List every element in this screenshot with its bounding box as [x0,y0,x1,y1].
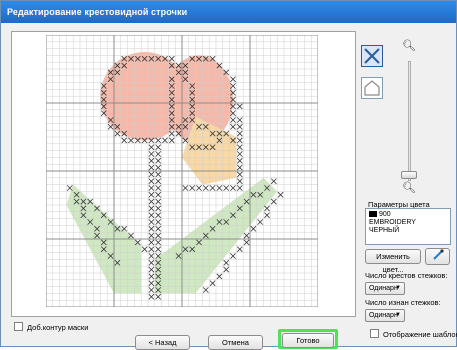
zoom-slider-track[interactable] [408,61,411,181]
ok-button[interactable]: Готово [282,333,334,348]
zoom-out-icon[interactable]: 🔍︎ [402,183,416,194]
front-stitches-label: Число крестов стежков: [365,271,448,280]
color-name: ЧЕРНЫЙ [369,227,400,234]
cancel-button[interactable]: Отмена [208,335,263,350]
color-code: 900 [379,211,391,218]
chevron-down-icon: ▼ [395,285,401,291]
cross-stitch-tool-button[interactable] [361,45,383,67]
cross-stitch-icon [364,48,380,64]
window-title: Редактирование крестовидной строчки [7,7,188,17]
house-outline-icon [364,80,380,96]
color-info-box: 900 EMBROIDERY ЧЕРНЫЙ [365,208,451,245]
front-stitches-select[interactable]: Одинарн ▼ [365,282,405,295]
add-mask-outline-checkbox[interactable] [14,322,23,331]
show-template-label: Отображение шаблона [383,330,457,339]
zoom-in-icon[interactable]: 🔍︎ [402,41,416,52]
add-mask-outline-label: Доб.контур маски [27,323,89,332]
eyedropper-icon [432,249,444,260]
change-color-button[interactable]: Изменить цвет... [365,249,421,274]
color-swatch [369,211,377,218]
cross-stitch-editor-window: Редактирование крестовидной строчки 🔍︎ 🔍… [0,0,457,350]
title-bar: Редактирование крестовидной строчки [1,1,456,23]
zoom-slider-thumb[interactable] [401,171,417,179]
show-template-checkbox[interactable] [370,329,379,338]
color-brand: EMBROIDERY [369,219,416,226]
back-stitches-label: Число изнан стежков: [365,298,441,307]
stitch-grid[interactable] [46,35,318,307]
back-stitches-select[interactable]: Одинарн ▼ [365,309,405,322]
eyedropper-button[interactable] [425,248,450,265]
outline-tool-button[interactable] [361,77,383,99]
back-button[interactable]: < Назад [135,335,190,350]
chevron-down-icon: ▼ [395,312,401,318]
